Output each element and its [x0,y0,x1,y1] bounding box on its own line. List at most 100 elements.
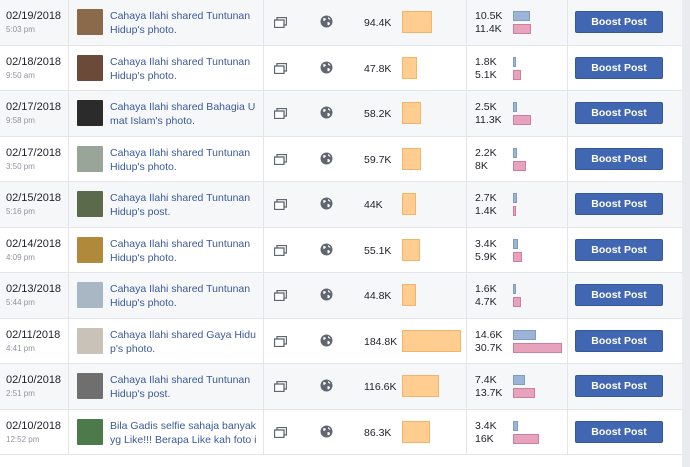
post-thumbnail[interactable] [77,282,103,308]
column-divider [68,273,69,318]
post-title-link[interactable]: Cahaya Ilahi shared Bahagia Umat Islam's… [110,100,260,128]
column-divider [567,91,568,136]
column-divider [263,91,264,136]
column-divider [68,45,69,90]
reach-bar [402,375,439,397]
post-date: 02/13/2018 [6,283,62,295]
multi-photo-icon [274,426,287,438]
post-thumbnail[interactable] [77,54,103,81]
table-row: 02/11/2018 4:41 pm Cahaya Ilahi shared G… [0,318,690,364]
post-date: 02/18/2018 [6,55,62,68]
boost-post-button[interactable]: Boost Post [575,102,663,124]
multi-photo-icon [274,290,287,301]
engagement-clicks-value: 7.4K [475,374,497,386]
post-time: 4:41 pm [6,343,35,353]
post-thumbnail[interactable] [77,236,103,263]
column-divider [567,45,568,90]
reach-bar [402,420,430,443]
engagement-clicks-bar [513,56,516,67]
multi-photo-icon [274,244,287,256]
post-time: 5:16 pm [6,207,35,216]
post-thumbnail[interactable] [77,373,103,399]
post-thumbnail[interactable] [77,418,103,445]
post-date: 02/14/2018 [6,237,62,250]
column-divider [466,273,467,318]
boost-post-button[interactable]: Boost Post [575,329,663,352]
table-row: 02/18/2018 9:50 am Cahaya Ilahi shared T… [0,45,690,91]
column-divider [567,227,568,272]
boost-post-button[interactable]: Boost Post [575,284,663,306]
boost-post-button[interactable]: Boost Post [575,56,663,79]
engagement-reactions-bar [513,342,562,353]
post-time: 4:09 pm [6,252,35,262]
reach-bar [402,102,421,124]
column-divider [466,91,467,136]
multi-photo-icon [274,17,287,28]
boost-post-button[interactable]: Boost Post [575,420,663,443]
post-thumbnail[interactable] [77,327,103,354]
boost-post-button[interactable]: Boost Post [575,238,663,261]
column-divider [567,273,568,318]
table-row: 02/17/2018 9:58 pm Cahaya Ilahi shared B… [0,91,690,137]
column-divider [68,318,69,363]
reach-bar [402,147,421,170]
engagement-reactions-bar [513,297,521,307]
column-divider [263,45,264,90]
reach-value: 94.4K [364,17,392,29]
engagement-clicks-value: 2.2K [475,146,497,159]
engagement-clicks-value: 10.5K [475,10,503,22]
engagement-reactions-bar [513,251,522,262]
engagement-clicks-bar [513,238,518,249]
column-divider [263,182,264,227]
reach-value: 44.8K [364,290,392,302]
column-divider [466,409,467,454]
post-title-link[interactable]: Cahaya Ilahi shared Tuntunan Hidup's pho… [110,237,260,265]
engagement-reactions-bar [513,24,531,34]
column-divider [567,318,568,363]
table-row: 02/17/2018 3:50 pm Cahaya Ilahi shared T… [0,136,690,182]
post-time: 5:03 pm [6,25,35,34]
column-divider [263,318,264,363]
scrollbar-edge[interactable] [682,0,690,467]
post-title-link[interactable]: Cahaya Ilahi shared Tuntunan Hidup's pho… [110,9,260,37]
boost-post-button[interactable]: Boost Post [575,147,663,170]
boost-post-button[interactable]: Boost Post [575,11,663,33]
engagement-clicks-value: 14.6K [475,328,503,341]
boost-post-button[interactable]: Boost Post [575,375,663,397]
post-title-link[interactable]: Cahaya Ilahi shared Tuntunan Hidup's pos… [110,191,260,219]
reach-value: 116.6K [364,381,397,393]
post-title-link[interactable]: Bila Gadis selfie sahaja banyak yg Like!… [110,419,260,449]
column-divider [466,182,467,227]
reach-value: 55.1K [364,244,392,257]
boost-post-button[interactable]: Boost Post [575,193,663,215]
engagement-clicks-bar [513,11,530,21]
engagement-clicks-bar [513,284,516,294]
column-divider [68,0,69,45]
post-date: 02/17/2018 [6,146,62,159]
engagement-reactions-value: 5.9K [475,250,497,263]
post-date: 02/19/2018 [6,10,62,22]
post-date: 02/11/2018 [6,328,61,341]
reach-bar [402,238,420,261]
post-time: 9:50 am [6,70,35,80]
post-title-link[interactable]: Cahaya Ilahi shared Gaya Hidup's photo. [110,328,260,356]
post-title-link[interactable]: Cahaya Ilahi shared Tuntunan Hidup's pho… [110,55,260,83]
column-divider [466,227,467,272]
engagement-clicks-value: 2.5K [475,101,497,113]
post-title-link[interactable]: Cahaya Ilahi shared Tuntunan Hidup's pho… [110,282,260,310]
post-title-link[interactable]: Cahaya Ilahi shared Tuntunan Hidup's pos… [110,373,260,401]
post-thumbnail[interactable] [77,9,103,35]
column-divider [68,227,69,272]
post-thumbnail[interactable] [77,145,103,172]
column-divider [466,318,467,363]
engagement-reactions-value: 5.1K [475,68,497,81]
column-divider [263,273,264,318]
post-thumbnail[interactable] [77,191,103,217]
column-divider [263,136,264,181]
post-thumbnail[interactable] [77,100,103,126]
engagement-reactions-value: 1.4K [475,205,497,217]
engagement-clicks-bar [513,102,517,112]
engagement-reactions-bar [513,388,535,398]
post-title-link[interactable]: Cahaya Ilahi shared Tuntunan Hidup's pho… [110,146,260,174]
column-divider [263,0,264,45]
